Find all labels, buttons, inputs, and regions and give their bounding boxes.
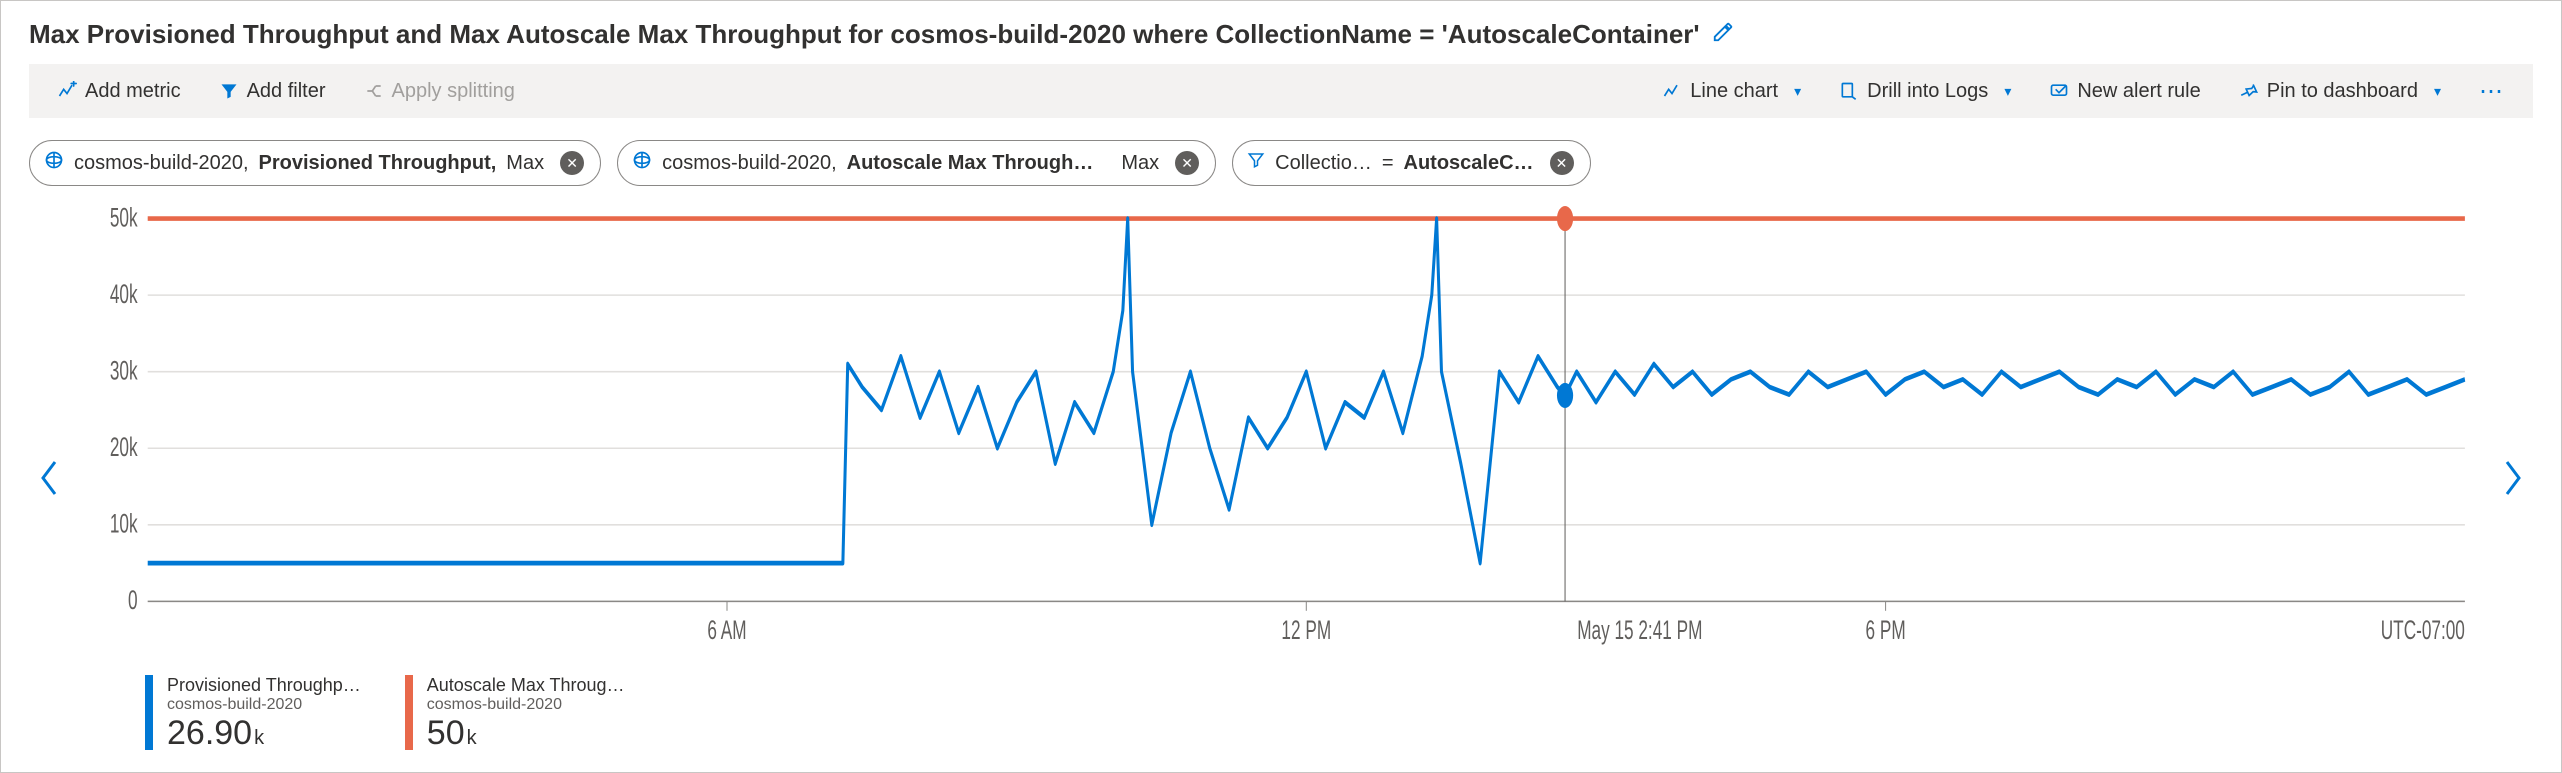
edit-title-icon[interactable] — [1712, 21, 1734, 49]
drill-into-logs-dropdown[interactable]: Drill into Logs ▾ — [1829, 74, 2021, 109]
cosmos-resource-icon — [44, 150, 64, 176]
chip-resource: cosmos-build-2020, — [662, 152, 837, 175]
splitting-icon — [364, 81, 384, 101]
svg-text:May 15 2:41 PM: May 15 2:41 PM — [1577, 615, 1702, 645]
alert-icon — [2049, 81, 2069, 101]
add-metric-label: Add metric — [85, 80, 181, 103]
metric-chip-provisioned-throughput[interactable]: cosmos-build-2020, Provisioned Throughpu… — [29, 140, 601, 186]
svg-text:0: 0 — [128, 585, 138, 615]
svg-text:6 AM: 6 AM — [707, 615, 746, 645]
svg-text:UTC-07:00: UTC-07:00 — [2381, 615, 2465, 645]
chart-legend: Provisioned Throughp… cosmos-build-2020 … — [87, 675, 2475, 750]
legend-series-resource: cosmos-build-2020 — [167, 696, 361, 714]
legend-swatch — [145, 675, 153, 750]
legend-series-resource: cosmos-build-2020 — [427, 696, 625, 714]
add-filter-label: Add filter — [247, 80, 326, 103]
add-metric-icon — [57, 81, 77, 101]
metric-chip-autoscale-max-throughput[interactable]: cosmos-build-2020, Autoscale Max Through… — [617, 140, 1216, 186]
chart-type-label: Line chart — [1690, 80, 1778, 103]
pin-dashboard-label: Pin to dashboard — [2267, 80, 2418, 103]
chip-aggregation: Max — [506, 152, 544, 175]
chip-resource: cosmos-build-2020, — [74, 152, 249, 175]
pin-icon — [2239, 81, 2259, 101]
legend-item-provisioned[interactable]: Provisioned Throughp… cosmos-build-2020 … — [145, 675, 361, 750]
chart-plot-area[interactable]: 50k 40k 30k 20k 10k 0 6 AM 12 PM 6 PM UTC-07:00 Ma… — [87, 206, 2475, 661]
chart-title: Max Provisioned Throughput and Max Autos… — [29, 19, 1700, 50]
logs-icon — [1839, 81, 1859, 101]
metrics-chart-card: Max Provisioned Throughput and Max Autos… — [0, 0, 2562, 773]
chip-metric-name: Provisioned Throughput, — [259, 152, 497, 175]
apply-splitting-button: Apply splitting — [354, 74, 525, 109]
more-actions-button[interactable]: ⋯ — [2469, 71, 2515, 112]
metric-chips-row: cosmos-build-2020, Provisioned Throughpu… — [29, 140, 2533, 186]
chart-title-row: Max Provisioned Throughput and Max Autos… — [29, 19, 2533, 50]
cosmos-resource-icon — [632, 150, 652, 176]
svg-text:50k: 50k — [110, 206, 138, 232]
legend-series-value: 26.90k — [167, 716, 361, 750]
scroll-right-button[interactable] — [2493, 206, 2533, 750]
filter-value: AutoscaleC… — [1404, 152, 1534, 175]
filter-icon — [219, 81, 239, 101]
svg-text:6 PM: 6 PM — [1866, 615, 1906, 645]
chip-remove-icon[interactable]: ✕ — [1550, 151, 1574, 175]
chevron-down-icon: ▾ — [2004, 83, 2011, 100]
pin-to-dashboard-dropdown[interactable]: Pin to dashboard ▾ — [2229, 74, 2451, 109]
legend-item-autoscale[interactable]: Autoscale Max Throug… cosmos-build-2020 … — [405, 675, 625, 750]
legend-series-name: Provisioned Throughp… — [167, 675, 361, 696]
chip-remove-icon[interactable]: ✕ — [560, 151, 584, 175]
drill-logs-label: Drill into Logs — [1867, 80, 1988, 103]
chip-remove-icon[interactable]: ✕ — [1175, 151, 1199, 175]
svg-text:30k: 30k — [110, 356, 138, 386]
new-alert-rule-button[interactable]: New alert rule — [2039, 74, 2210, 109]
new-alert-label: New alert rule — [2077, 80, 2200, 103]
line-chart-icon — [1662, 81, 1682, 101]
chart-toolbar: Add metric Add filter Apply splitting Li… — [29, 64, 2533, 118]
svg-text:40k: 40k — [110, 279, 138, 309]
add-metric-button[interactable]: Add metric — [47, 74, 191, 109]
chart-type-dropdown[interactable]: Line chart ▾ — [1652, 74, 1811, 109]
scroll-left-button[interactable] — [29, 206, 69, 750]
chip-metric-name: Autoscale Max Through… — [847, 152, 1094, 175]
svg-text:12 PM: 12 PM — [1281, 615, 1331, 645]
svg-text:20k: 20k — [110, 432, 138, 462]
filter-field: Collectio… — [1275, 152, 1372, 175]
add-filter-button[interactable]: Add filter — [209, 74, 336, 109]
chip-aggregation: Max — [1121, 152, 1159, 175]
filter-op: = — [1382, 152, 1394, 175]
apply-splitting-label: Apply splitting — [392, 80, 515, 103]
chevron-down-icon: ▾ — [1794, 83, 1801, 100]
legend-swatch — [405, 675, 413, 750]
legend-series-value: 50k — [427, 716, 625, 750]
filter-icon — [1247, 151, 1265, 175]
legend-series-name: Autoscale Max Throug… — [427, 675, 625, 696]
chart-zone: 50k 40k 30k 20k 10k 0 6 AM 12 PM 6 PM UTC-07:00 Ma… — [29, 206, 2533, 750]
filter-chip-collectionname[interactable]: Collectio… = AutoscaleC… ✕ — [1232, 140, 1590, 186]
chevron-down-icon: ▾ — [2434, 83, 2441, 100]
svg-text:10k: 10k — [110, 509, 138, 539]
